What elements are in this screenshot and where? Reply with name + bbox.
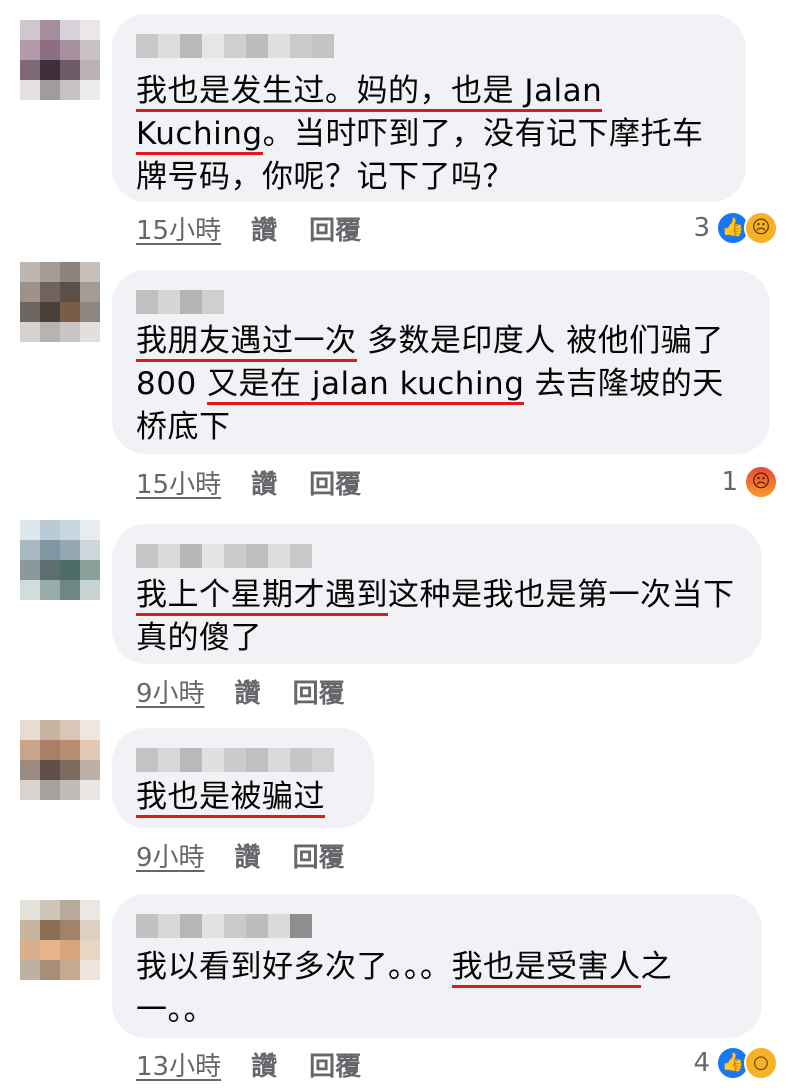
underlined-text: 我也是被骗过 — [136, 779, 325, 818]
avatar[interactable] — [20, 262, 100, 342]
comment-actions: 9小時 讚 回覆 — [136, 837, 377, 874]
underlined-text: 又是在 jalan kuching — [207, 366, 525, 405]
comment-bubble: 我也是被骗过 — [112, 728, 374, 828]
reaction-summary[interactable]: 4 👍 ○ — [693, 1043, 778, 1083]
like-button[interactable]: 讚 — [235, 673, 261, 710]
comment-bubble: 我上个星期才遇到这种是我也是第一次当下真的傻了 — [112, 524, 762, 664]
like-button[interactable]: 讚 — [251, 1046, 277, 1083]
author-name-blurred[interactable] — [136, 34, 334, 58]
like-button[interactable]: 讚 — [251, 210, 277, 247]
reaction-summary[interactable]: 1 ☹ — [721, 462, 778, 502]
reply-button[interactable]: 回覆 — [293, 673, 345, 710]
comment-actions: 15小時 讚 回覆 — [136, 464, 393, 501]
comment-text: 我朋友遇过一次 多数是印度人 被他们骗了800 又是在 jalan kuchin… — [136, 320, 750, 449]
timestamp-link[interactable]: 15小時 — [136, 464, 221, 501]
comment-bubble: 我朋友遇过一次 多数是印度人 被他们骗了800 又是在 jalan kuchin… — [112, 270, 770, 454]
author-name-blurred[interactable] — [136, 914, 312, 938]
author-name-blurred[interactable] — [136, 748, 334, 772]
sad-icon: ☹ — [744, 211, 778, 245]
avatar[interactable] — [20, 720, 100, 800]
comment-text: 我也是发生过。妈的，也是 Jalan Kuching。当时吓到了，没有记下摩托车… — [136, 70, 726, 199]
author-name-blurred[interactable] — [136, 544, 312, 568]
comment-actions: 13小時 讚 回覆 — [136, 1046, 393, 1083]
reaction-count: 1 — [721, 467, 738, 497]
timestamp-link[interactable]: 15小時 — [136, 210, 221, 247]
underlined-text: 我朋友遇过一次 — [136, 323, 357, 362]
underlined-text: 我上个星期才遇到 — [136, 577, 388, 616]
like-button[interactable]: 讚 — [251, 464, 277, 501]
comment-actions: 15小時 讚 回覆 — [136, 210, 393, 247]
timestamp-link[interactable]: 9小時 — [136, 673, 205, 710]
comment-text: 我上个星期才遇到这种是我也是第一次当下真的傻了 — [136, 574, 742, 660]
avatar[interactable] — [20, 520, 100, 600]
angry-icon: ☹ — [744, 465, 778, 499]
comment-bubble: 我以看到好多次了。。。我也是受害人之一。。 — [112, 894, 762, 1038]
reply-button[interactable]: 回覆 — [309, 464, 361, 501]
underlined-text: 我也是受害人 — [451, 949, 641, 988]
reaction-count: 4 — [693, 1048, 710, 1078]
comment-text: 我以看到好多次了。。。我也是受害人之一。。 — [136, 946, 742, 1032]
reaction-summary[interactable]: 3 👍 ☹ — [693, 208, 778, 248]
avatar[interactable] — [20, 20, 100, 100]
comment-actions: 9小時 讚 回覆 — [136, 673, 377, 710]
comment-bubble: 我也是发生过。妈的，也是 Jalan Kuching。当时吓到了，没有记下摩托车… — [112, 14, 746, 202]
reply-button[interactable]: 回覆 — [309, 1046, 361, 1083]
timestamp-link[interactable]: 9小時 — [136, 837, 205, 874]
reaction-count: 3 — [693, 213, 710, 243]
avatar[interactable] — [20, 900, 100, 980]
timestamp-link[interactable]: 13小時 — [136, 1046, 221, 1083]
comment-text: 我也是被骗过 — [136, 776, 354, 819]
author-name-blurred[interactable] — [136, 290, 224, 314]
reply-button[interactable]: 回覆 — [293, 837, 345, 874]
wow-icon: ○ — [744, 1046, 778, 1080]
reply-button[interactable]: 回覆 — [309, 210, 361, 247]
like-button[interactable]: 讚 — [235, 837, 261, 874]
text-segment: 我以看到好多次了。。。 — [136, 949, 452, 985]
